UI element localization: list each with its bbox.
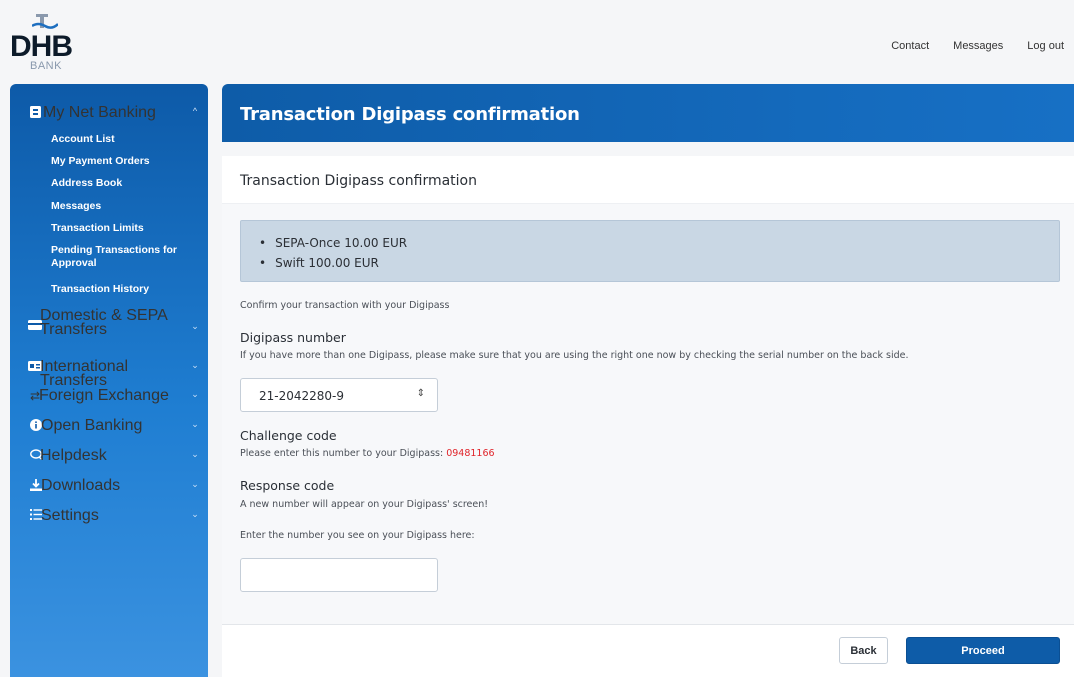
logout-link[interactable]: Log out	[1027, 40, 1064, 52]
card-body: SEPA-Once 10.00 EUR Swift 100.00 EUR Con…	[222, 204, 1074, 624]
list-icon	[10, 509, 42, 523]
transaction-summary: SEPA-Once 10.00 EUR Swift 100.00 EUR	[240, 220, 1060, 282]
sidebar-item-label: International Transfers	[40, 358, 129, 389]
sidebar-subitem-transaction-history[interactable]: Transaction History	[51, 283, 191, 296]
sidebar-subitem-address-book[interactable]: Address Book	[51, 177, 191, 190]
chevron-down-icon[interactable]: ⌄	[182, 309, 208, 332]
sidebar-item-settings[interactable]: Settings ⌄	[10, 507, 208, 524]
sidebar-item-label: My Net Banking	[43, 104, 156, 121]
sidebar: My Net Banking ^ Account List My Payment…	[10, 84, 208, 677]
response-help: A new number will appear on your Digipas…	[240, 499, 489, 510]
confirm-instruction: Confirm your transaction with your Digip…	[240, 300, 450, 311]
challenge-help-text: Please enter this number to your Digipas…	[240, 448, 447, 459]
sidebar-subitem-pending-transactions[interactable]: Pending Transactions for Approval	[51, 244, 191, 270]
challenge-code: 09481166	[446, 448, 495, 459]
info-icon	[10, 419, 42, 434]
header: DHB BANK Contact Messages Log out	[0, 0, 1074, 84]
page-title: Transaction Digipass confirmation	[240, 104, 580, 125]
sidebar-item-label: Helpdesk	[40, 447, 107, 464]
chevron-down-icon[interactable]: ⌄	[182, 449, 208, 460]
chevron-down-icon[interactable]: ⌄	[182, 389, 208, 400]
back-button[interactable]: Back	[839, 637, 888, 664]
messages-link[interactable]: Messages	[953, 40, 1003, 52]
sidebar-item-label: Open Banking	[41, 417, 143, 434]
chevron-down-icon[interactable]: ⌄	[182, 419, 208, 430]
digipass-select[interactable]: 21-2042280-9 ⇕	[240, 378, 438, 412]
sidebar-item-helpdesk[interactable]: Helpdesk ⌄	[10, 447, 208, 464]
dhb-logo[interactable]: DHB BANK	[10, 10, 90, 80]
top-nav: Contact Messages Log out	[891, 40, 1064, 52]
confirmation-card: Transaction Digipass confirmation SEPA-O…	[222, 156, 1074, 677]
sidebar-subitem-my-payment-orders[interactable]: My Payment Orders	[51, 155, 191, 168]
sidebar-item-label: Foreign Exchange	[39, 387, 169, 404]
sidebar-item-downloads[interactable]: Downloads ⌄	[10, 477, 208, 494]
digipass-select-value: 21-2042280-9	[259, 389, 345, 403]
chevron-up-icon[interactable]: ^	[182, 106, 208, 116]
chat-icon	[10, 449, 43, 463]
card-icon	[10, 309, 42, 333]
sidebar-item-open-banking[interactable]: Open Banking ⌄	[10, 417, 208, 434]
card-footer: Back Proceed	[222, 624, 1074, 677]
select-updown-icon: ⇕	[416, 388, 425, 399]
chevron-down-icon[interactable]: ⌄	[182, 509, 208, 520]
sidebar-item-label: Domestic & SEPA Transfers	[40, 307, 167, 338]
logo-subtext: BANK	[30, 60, 62, 72]
logo-text: DHB	[10, 30, 73, 63]
challenge-help: Please enter this number to your Digipas…	[240, 448, 495, 459]
id-card-icon	[10, 360, 42, 374]
chevron-down-icon[interactable]: ⌄	[182, 479, 208, 490]
summary-item: SEPA-Once 10.00 EUR	[259, 233, 407, 253]
sidebar-item-international-transfers[interactable]: International Transfers ⌄	[10, 358, 208, 389]
sidebar-item-my-net-banking[interactable]: My Net Banking ^	[10, 104, 208, 121]
response-prompt: Enter the number you see on your Digipas…	[240, 530, 475, 541]
sidebar-subitem-messages[interactable]: Messages	[51, 200, 191, 213]
chevron-down-icon[interactable]: ⌄	[182, 360, 208, 371]
summary-item: Swift 100.00 EUR	[259, 253, 407, 273]
proceed-button[interactable]: Proceed	[906, 637, 1060, 664]
download-icon	[10, 479, 42, 494]
digipass-help: If you have more than one Digipass, plea…	[240, 350, 909, 361]
sidebar-item-domestic-sepa[interactable]: Domestic & SEPA Transfers ⌄	[10, 307, 208, 338]
sidebar-subitem-account-list[interactable]: Account List	[51, 133, 191, 146]
card-header: Transaction Digipass confirmation	[222, 156, 1074, 204]
account-icon	[10, 106, 41, 121]
contact-link[interactable]: Contact	[891, 40, 929, 52]
response-label: Response code	[240, 478, 335, 493]
logo-mark-icon	[32, 14, 58, 29]
sidebar-item-label: Settings	[41, 507, 99, 524]
response-code-input[interactable]	[240, 558, 438, 592]
sidebar-subitem-transaction-limits[interactable]: Transaction Limits	[51, 222, 191, 235]
page-title-bar: Transaction Digipass confirmation	[222, 84, 1074, 142]
sidebar-item-label: Downloads	[41, 477, 121, 494]
sidebar-item-foreign-exchange[interactable]: ⇄ Foreign Exchange ⌄	[10, 387, 208, 404]
challenge-label: Challenge code	[240, 428, 337, 443]
exchange-icon: ⇄	[30, 389, 41, 403]
digipass-label: Digipass number	[240, 330, 346, 345]
card-title: Transaction Digipass confirmation	[240, 173, 477, 189]
